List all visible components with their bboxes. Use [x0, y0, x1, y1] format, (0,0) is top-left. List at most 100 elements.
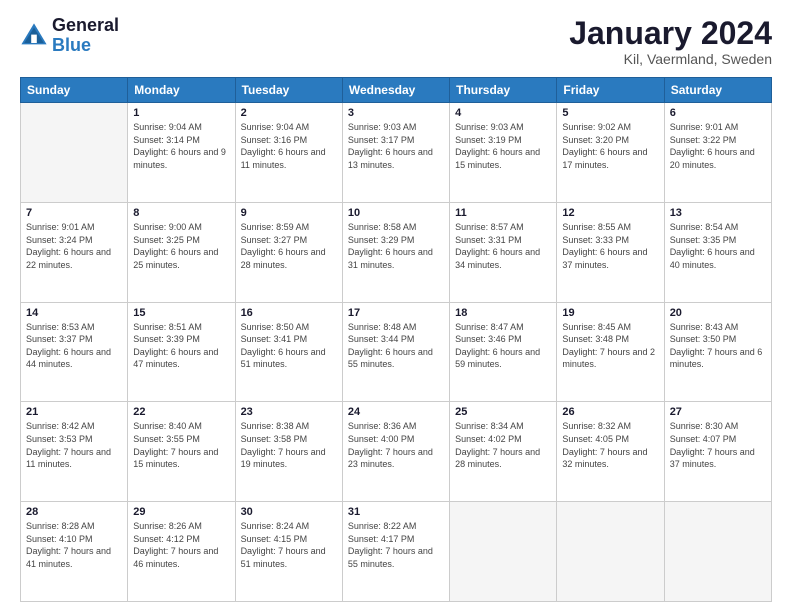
calendar-cell: 31 Sunrise: 8:22 AM Sunset: 4:17 PM Dayl…	[342, 502, 449, 602]
day-header-saturday: Saturday	[664, 78, 771, 103]
calendar-cell: 19 Sunrise: 8:45 AM Sunset: 3:48 PM Dayl…	[557, 302, 664, 402]
day-number: 11	[455, 207, 551, 219]
day-info: Sunrise: 9:02 AM Sunset: 3:20 PM Dayligh…	[562, 121, 658, 171]
calendar-cell: 27 Sunrise: 8:30 AM Sunset: 4:07 PM Dayl…	[664, 402, 771, 502]
day-number: 12	[562, 207, 658, 219]
day-header-friday: Friday	[557, 78, 664, 103]
logo-text: General Blue	[52, 16, 119, 56]
calendar-cell: 1 Sunrise: 9:04 AM Sunset: 3:14 PM Dayli…	[128, 103, 235, 203]
calendar-cell: 4 Sunrise: 9:03 AM Sunset: 3:19 PM Dayli…	[450, 103, 557, 203]
day-info: Sunrise: 8:47 AM Sunset: 3:46 PM Dayligh…	[455, 321, 551, 371]
day-number: 18	[455, 307, 551, 319]
day-info: Sunrise: 8:45 AM Sunset: 3:48 PM Dayligh…	[562, 321, 658, 371]
calendar-cell: 26 Sunrise: 8:32 AM Sunset: 4:05 PM Dayl…	[557, 402, 664, 502]
calendar-cell	[557, 502, 664, 602]
day-info: Sunrise: 8:48 AM Sunset: 3:44 PM Dayligh…	[348, 321, 444, 371]
day-info: Sunrise: 9:03 AM Sunset: 3:19 PM Dayligh…	[455, 121, 551, 171]
day-number: 28	[26, 506, 122, 518]
day-number: 25	[455, 406, 551, 418]
day-info: Sunrise: 8:55 AM Sunset: 3:33 PM Dayligh…	[562, 221, 658, 271]
calendar-cell: 20 Sunrise: 8:43 AM Sunset: 3:50 PM Dayl…	[664, 302, 771, 402]
calendar-cell: 24 Sunrise: 8:36 AM Sunset: 4:00 PM Dayl…	[342, 402, 449, 502]
calendar-cell	[664, 502, 771, 602]
calendar-cell: 18 Sunrise: 8:47 AM Sunset: 3:46 PM Dayl…	[450, 302, 557, 402]
calendar-cell: 3 Sunrise: 9:03 AM Sunset: 3:17 PM Dayli…	[342, 103, 449, 203]
calendar-cell: 2 Sunrise: 9:04 AM Sunset: 3:16 PM Dayli…	[235, 103, 342, 203]
day-number: 29	[133, 506, 229, 518]
logo-icon	[20, 22, 48, 50]
calendar-header-row: SundayMondayTuesdayWednesdayThursdayFrid…	[21, 78, 772, 103]
header: General Blue January 2024 Kil, Vaermland…	[20, 16, 772, 67]
day-number: 27	[670, 406, 766, 418]
day-number: 23	[241, 406, 337, 418]
day-info: Sunrise: 8:54 AM Sunset: 3:35 PM Dayligh…	[670, 221, 766, 271]
calendar-week-5: 28 Sunrise: 8:28 AM Sunset: 4:10 PM Dayl…	[21, 502, 772, 602]
day-info: Sunrise: 9:04 AM Sunset: 3:14 PM Dayligh…	[133, 121, 229, 171]
day-info: Sunrise: 8:43 AM Sunset: 3:50 PM Dayligh…	[670, 321, 766, 371]
calendar-cell: 23 Sunrise: 8:38 AM Sunset: 3:58 PM Dayl…	[235, 402, 342, 502]
day-header-thursday: Thursday	[450, 78, 557, 103]
day-number: 10	[348, 207, 444, 219]
day-info: Sunrise: 9:00 AM Sunset: 3:25 PM Dayligh…	[133, 221, 229, 271]
day-number: 1	[133, 107, 229, 119]
day-info: Sunrise: 8:53 AM Sunset: 3:37 PM Dayligh…	[26, 321, 122, 371]
calendar-cell: 17 Sunrise: 8:48 AM Sunset: 3:44 PM Dayl…	[342, 302, 449, 402]
day-info: Sunrise: 8:38 AM Sunset: 3:58 PM Dayligh…	[241, 420, 337, 470]
day-info: Sunrise: 8:30 AM Sunset: 4:07 PM Dayligh…	[670, 420, 766, 470]
day-header-sunday: Sunday	[21, 78, 128, 103]
calendar-cell: 7 Sunrise: 9:01 AM Sunset: 3:24 PM Dayli…	[21, 202, 128, 302]
day-header-monday: Monday	[128, 78, 235, 103]
day-number: 17	[348, 307, 444, 319]
day-info: Sunrise: 9:03 AM Sunset: 3:17 PM Dayligh…	[348, 121, 444, 171]
calendar-cell: 16 Sunrise: 8:50 AM Sunset: 3:41 PM Dayl…	[235, 302, 342, 402]
day-number: 30	[241, 506, 337, 518]
day-number: 16	[241, 307, 337, 319]
calendar-cell: 14 Sunrise: 8:53 AM Sunset: 3:37 PM Dayl…	[21, 302, 128, 402]
day-info: Sunrise: 8:26 AM Sunset: 4:12 PM Dayligh…	[133, 520, 229, 570]
day-number: 13	[670, 207, 766, 219]
calendar-cell: 9 Sunrise: 8:59 AM Sunset: 3:27 PM Dayli…	[235, 202, 342, 302]
calendar-cell: 10 Sunrise: 8:58 AM Sunset: 3:29 PM Dayl…	[342, 202, 449, 302]
day-number: 3	[348, 107, 444, 119]
day-info: Sunrise: 8:59 AM Sunset: 3:27 PM Dayligh…	[241, 221, 337, 271]
day-info: Sunrise: 8:34 AM Sunset: 4:02 PM Dayligh…	[455, 420, 551, 470]
page: General Blue January 2024 Kil, Vaermland…	[0, 0, 792, 612]
day-info: Sunrise: 8:57 AM Sunset: 3:31 PM Dayligh…	[455, 221, 551, 271]
calendar-week-3: 14 Sunrise: 8:53 AM Sunset: 3:37 PM Dayl…	[21, 302, 772, 402]
calendar-cell: 30 Sunrise: 8:24 AM Sunset: 4:15 PM Dayl…	[235, 502, 342, 602]
calendar-cell: 15 Sunrise: 8:51 AM Sunset: 3:39 PM Dayl…	[128, 302, 235, 402]
calendar-week-1: 1 Sunrise: 9:04 AM Sunset: 3:14 PM Dayli…	[21, 103, 772, 203]
day-number: 21	[26, 406, 122, 418]
day-info: Sunrise: 8:22 AM Sunset: 4:17 PM Dayligh…	[348, 520, 444, 570]
title-area: January 2024 Kil, Vaermland, Sweden	[569, 16, 772, 67]
day-header-wednesday: Wednesday	[342, 78, 449, 103]
calendar-cell: 6 Sunrise: 9:01 AM Sunset: 3:22 PM Dayli…	[664, 103, 771, 203]
calendar-week-4: 21 Sunrise: 8:42 AM Sunset: 3:53 PM Dayl…	[21, 402, 772, 502]
day-info: Sunrise: 8:36 AM Sunset: 4:00 PM Dayligh…	[348, 420, 444, 470]
day-number: 2	[241, 107, 337, 119]
day-header-tuesday: Tuesday	[235, 78, 342, 103]
calendar-cell: 28 Sunrise: 8:28 AM Sunset: 4:10 PM Dayl…	[21, 502, 128, 602]
logo: General Blue	[20, 16, 119, 56]
day-info: Sunrise: 8:40 AM Sunset: 3:55 PM Dayligh…	[133, 420, 229, 470]
day-number: 15	[133, 307, 229, 319]
day-info: Sunrise: 9:04 AM Sunset: 3:16 PM Dayligh…	[241, 121, 337, 171]
day-info: Sunrise: 8:32 AM Sunset: 4:05 PM Dayligh…	[562, 420, 658, 470]
day-number: 9	[241, 207, 337, 219]
calendar-cell	[450, 502, 557, 602]
day-number: 26	[562, 406, 658, 418]
day-number: 22	[133, 406, 229, 418]
calendar-cell: 11 Sunrise: 8:57 AM Sunset: 3:31 PM Dayl…	[450, 202, 557, 302]
day-number: 14	[26, 307, 122, 319]
main-title: January 2024	[569, 16, 772, 51]
day-number: 8	[133, 207, 229, 219]
day-info: Sunrise: 9:01 AM Sunset: 3:24 PM Dayligh…	[26, 221, 122, 271]
day-number: 5	[562, 107, 658, 119]
day-info: Sunrise: 8:42 AM Sunset: 3:53 PM Dayligh…	[26, 420, 122, 470]
day-info: Sunrise: 8:51 AM Sunset: 3:39 PM Dayligh…	[133, 321, 229, 371]
calendar-cell: 22 Sunrise: 8:40 AM Sunset: 3:55 PM Dayl…	[128, 402, 235, 502]
day-number: 7	[26, 207, 122, 219]
calendar-cell: 21 Sunrise: 8:42 AM Sunset: 3:53 PM Dayl…	[21, 402, 128, 502]
calendar-cell: 5 Sunrise: 9:02 AM Sunset: 3:20 PM Dayli…	[557, 103, 664, 203]
calendar-cell: 29 Sunrise: 8:26 AM Sunset: 4:12 PM Dayl…	[128, 502, 235, 602]
